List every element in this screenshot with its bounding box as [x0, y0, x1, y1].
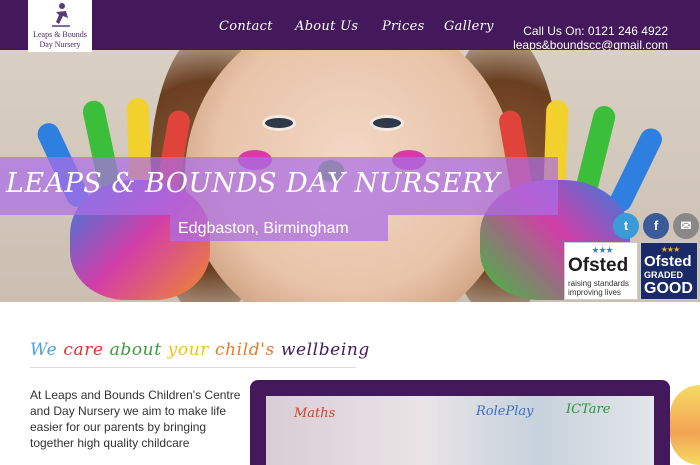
email-icon[interactable]: ✉ [673, 213, 699, 239]
photo-label: Maths [294, 406, 336, 421]
logo[interactable]: Leaps & Bounds Day Nursery [28, 0, 92, 52]
hero-title: LEAPS & BOUNDS DAY NURSERY [6, 168, 501, 199]
twitter-icon[interactable]: t [613, 213, 639, 239]
ofsted-graded-logo-text: Ofsted [644, 253, 692, 270]
contact-info: Call Us On: 0121 246 4922 leaps&boundscc… [513, 24, 668, 52]
ofsted-tagline-1: raising standards [568, 279, 629, 288]
hero-banner: LEAPS & BOUNDS DAY NURSERY Edgbaston, Bi… [0, 50, 700, 302]
paint-splash [670, 385, 700, 465]
tagline-word: We [30, 340, 64, 360]
nav-prices[interactable]: Prices [382, 19, 425, 34]
tagline: We care about your child's wellbeing [30, 340, 370, 360]
hero-location: Edgbaston, Birmingham [178, 220, 349, 237]
ofsted-logo-text: Ofsted [568, 255, 629, 276]
logo-name: Leaps & Bounds [33, 30, 87, 39]
nursery-classroom-photo: Maths RolePlay ICTare [266, 396, 654, 465]
facebook-icon[interactable]: f [643, 213, 669, 239]
nav-contact[interactable]: Contact [219, 19, 273, 34]
ofsted-badge[interactable]: ★★★ Ofsted raising standards improving l… [564, 242, 638, 300]
eye-right [370, 115, 404, 131]
tagline-word: about [109, 340, 168, 360]
intro-paragraph: At Leaps and Bounds Children's Centre an… [30, 388, 241, 450]
ofsted-graded-badge[interactable]: ★★★ Ofsted GRADED GOOD [640, 242, 698, 300]
tagline-word: child's [214, 340, 281, 360]
eye-left [262, 115, 296, 131]
leaping-figure-icon [52, 3, 70, 27]
nav-about-us[interactable]: About Us [295, 19, 358, 34]
photo-label: RolePlay [476, 404, 534, 419]
logo-subtitle: Day Nursery [39, 40, 81, 49]
ofsted-graded-label: GRADED [644, 270, 684, 280]
tagline-divider [30, 367, 356, 368]
tagline-word: care [63, 340, 110, 360]
photo-label: ICTare [566, 402, 611, 417]
ofsted-tagline-2: improving lives [568, 288, 621, 297]
phone-number[interactable]: Call Us On: 0121 246 4922 [513, 24, 668, 38]
site-header: Leaps & Bounds Day Nursery Contact About… [0, 0, 700, 52]
ofsted-rating: GOOD [644, 280, 693, 297]
tagline-word: your [167, 340, 215, 360]
tagline-word: wellbeing [280, 340, 370, 360]
nav-gallery[interactable]: Gallery [444, 19, 494, 34]
